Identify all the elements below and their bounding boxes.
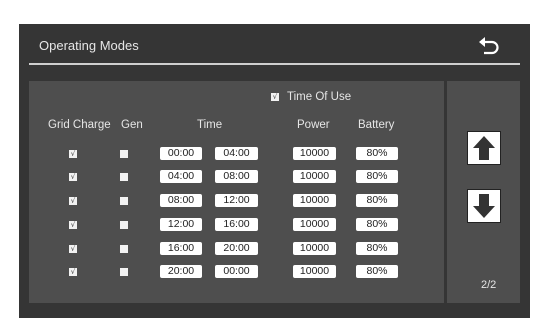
schedule-row: √ 00:00 04:00 10000 80% [29,147,444,161]
header-divider [29,63,520,65]
grid-charge-checkbox[interactable]: √ [69,221,77,229]
power-field[interactable]: 10000 [293,218,336,231]
schedule-row: √ 16:00 20:00 10000 80% [29,242,444,256]
start-time-field[interactable]: 16:00 [160,242,202,255]
gen-checkbox[interactable] [120,268,128,276]
grid-charge-checkbox[interactable]: √ [69,197,77,205]
arrow-down-icon [473,194,495,218]
page-down-button[interactable] [467,189,501,223]
time-of-use-checkbox[interactable]: √ [271,93,279,101]
power-header: Power [297,119,330,131]
grid-charge-checkbox[interactable]: √ [69,173,77,181]
grid-charge-checkbox[interactable]: √ [69,268,77,276]
start-time-field[interactable]: 04:00 [160,170,202,183]
power-field[interactable]: 10000 [293,170,336,183]
navigation-panel: 2/2 [447,81,520,303]
schedule-panel: √ Time Of Use Grid Charge Gen Time Power… [29,81,444,303]
gen-header: Gen [121,119,143,131]
power-field[interactable]: 10000 [293,194,336,207]
gen-checkbox[interactable] [120,197,128,205]
end-time-field[interactable]: 16:00 [215,218,258,231]
end-time-field[interactable]: 20:00 [215,242,258,255]
start-time-field[interactable]: 20:00 [160,265,202,278]
battery-field[interactable]: 80% [356,170,398,183]
grid-charge-checkbox[interactable]: √ [69,150,77,158]
page-indicator: 2/2 [481,279,497,291]
power-field[interactable]: 10000 [293,265,336,278]
start-time-field[interactable]: 00:00 [160,147,202,160]
grid-charge-checkbox[interactable]: √ [69,245,77,253]
back-arrow-icon [479,37,499,55]
end-time-field[interactable]: 04:00 [215,147,258,160]
start-time-field[interactable]: 12:00 [160,218,202,231]
end-time-field[interactable]: 08:00 [215,170,258,183]
time-of-use-toggle[interactable]: √ Time Of Use [271,91,351,103]
time-of-use-label: Time Of Use [287,91,352,103]
battery-field[interactable]: 80% [356,218,398,231]
battery-field[interactable]: 80% [356,242,398,255]
schedule-row: √ 04:00 08:00 10000 80% [29,170,444,184]
time-header: Time [197,119,223,131]
page-title: Operating Modes [39,38,139,53]
page-up-button[interactable] [467,131,501,165]
power-field[interactable]: 10000 [293,147,336,160]
operating-modes-screen: Operating Modes √ Time Of Use Grid Charg… [19,24,530,318]
gen-checkbox[interactable] [120,173,128,181]
power-field[interactable]: 10000 [293,242,336,255]
gen-checkbox[interactable] [120,150,128,158]
schedule-row: √ 08:00 12:00 10000 80% [29,194,444,208]
schedule-row: √ 12:00 16:00 10000 80% [29,218,444,232]
gen-checkbox[interactable] [120,245,128,253]
battery-field[interactable]: 80% [356,147,398,160]
end-time-field[interactable]: 12:00 [215,194,258,207]
end-time-field[interactable]: 00:00 [215,265,258,278]
battery-header: Battery [358,119,395,131]
grid-charge-header: Grid Charge [48,119,111,131]
gen-checkbox[interactable] [120,221,128,229]
arrow-up-icon [473,136,495,160]
schedule-row: √ 20:00 00:00 10000 80% [29,265,444,279]
back-button[interactable] [475,33,501,57]
battery-field[interactable]: 80% [356,265,398,278]
start-time-field[interactable]: 08:00 [160,194,202,207]
battery-field[interactable]: 80% [356,194,398,207]
